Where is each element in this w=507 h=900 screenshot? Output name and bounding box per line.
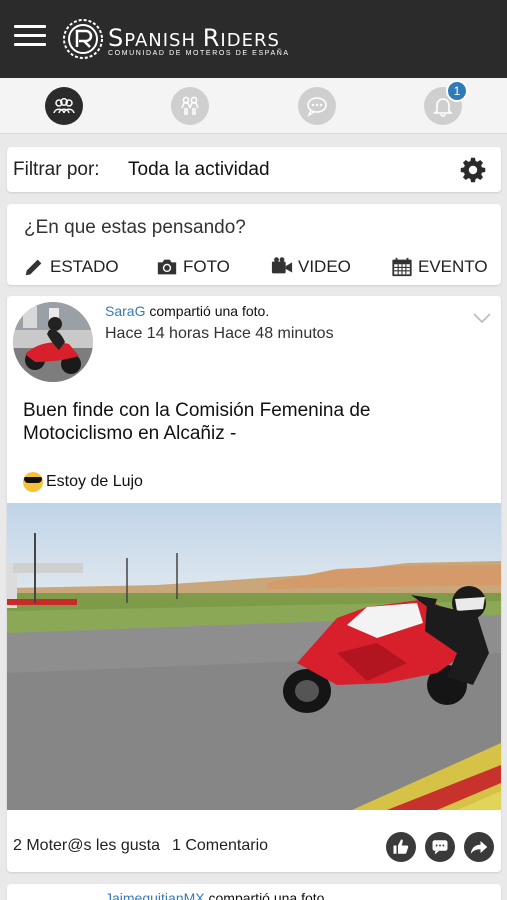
feed-post: SaraG compartió una foto. Hace 14 horas … xyxy=(7,296,501,872)
brand-tagline: COMUNIDAD DE MOTEROS DE ESPAÑA xyxy=(108,50,290,57)
post-text: Buen finde con la Comisión Femenina de M… xyxy=(23,400,371,444)
feed-post-next: JaimequitianMX compartió una foto. xyxy=(7,884,501,900)
post-timestamp: Hace 14 horas Hace 48 minutos xyxy=(105,325,334,342)
photo-button[interactable]: FOTO xyxy=(155,255,230,279)
notification-badge: 1 xyxy=(446,80,468,102)
post-composer: ¿En que estas pensando? ESTADO FOTO VIDE… xyxy=(7,204,501,285)
main-tab-bar: 1 xyxy=(0,78,507,134)
motorcycle-track-image xyxy=(7,503,501,810)
gear-icon[interactable] xyxy=(459,156,487,184)
post-photo[interactable] xyxy=(7,503,501,810)
community-icon xyxy=(53,98,75,114)
video-label: VIDEO xyxy=(298,257,351,276)
next-author-name-link[interactable]: JaimequitianMX xyxy=(105,890,205,900)
chevron-down-icon[interactable] xyxy=(473,312,491,324)
feeling-text: Estoy de Lujo xyxy=(46,473,143,490)
logo-emblem-icon xyxy=(63,19,103,59)
tab-friends[interactable] xyxy=(171,87,209,125)
post-stats: 2 Moter@s les gusta 1 Comentario xyxy=(13,837,280,855)
post-feeling: Estoy de Lujo xyxy=(23,472,143,492)
share-button[interactable] xyxy=(464,832,494,862)
thumbs-up-icon xyxy=(393,839,409,854)
comment-icon xyxy=(432,840,448,855)
brand-name: SPANISH RIDERS xyxy=(108,24,280,52)
next-post-author-line: JaimequitianMX compartió una foto. xyxy=(105,890,328,900)
activity-filter[interactable]: Filtrar por: Toda la actividad xyxy=(7,147,501,192)
status-button[interactable]: ESTADO xyxy=(22,255,119,279)
status-label: ESTADO xyxy=(50,257,119,276)
video-button[interactable]: VIDEO xyxy=(270,255,351,279)
post-action-text: compartió una foto. xyxy=(145,303,270,319)
comments-count[interactable]: 1 Comentario xyxy=(172,837,268,854)
calendar-icon xyxy=(392,257,412,277)
filter-label: Filtrar por: xyxy=(13,159,100,180)
menu-icon[interactable] xyxy=(14,25,46,53)
post-author-line: SaraG compartió una foto. xyxy=(105,303,269,319)
likes-count[interactable]: 2 Moter@s les gusta xyxy=(13,837,160,854)
tab-activity[interactable] xyxy=(45,87,83,125)
app-header: SPANISH RIDERS COMUNIDAD DE MOTEROS DE E… xyxy=(0,0,507,78)
tab-notifications[interactable]: 1 xyxy=(424,80,468,125)
author-name-link[interactable]: SaraG xyxy=(105,303,145,319)
camera-icon xyxy=(157,259,177,275)
tab-messages[interactable] xyxy=(298,87,336,125)
spanish-riders-logo[interactable]: SPANISH RIDERS COMUNIDAD DE MOTEROS DE E… xyxy=(58,12,288,68)
event-button[interactable]: EVENTO xyxy=(390,255,488,279)
like-button[interactable] xyxy=(386,832,416,862)
composer-prompt[interactable]: ¿En que estas pensando? xyxy=(24,217,246,239)
author-avatar[interactable] xyxy=(13,302,93,382)
photo-label: FOTO xyxy=(183,257,230,276)
share-arrow-icon xyxy=(470,841,488,854)
comment-button[interactable] xyxy=(425,832,455,862)
pencil-icon xyxy=(25,259,42,276)
filter-value[interactable]: Toda la actividad xyxy=(128,159,270,181)
chat-icon xyxy=(307,97,327,117)
video-camera-icon xyxy=(271,257,293,274)
event-label: EVENTO xyxy=(418,257,488,276)
friends-icon xyxy=(181,96,199,115)
avatar-photo xyxy=(13,302,93,382)
sunglasses-emoji-icon xyxy=(23,472,43,492)
next-post-action-text: compartió una foto. xyxy=(204,890,329,900)
